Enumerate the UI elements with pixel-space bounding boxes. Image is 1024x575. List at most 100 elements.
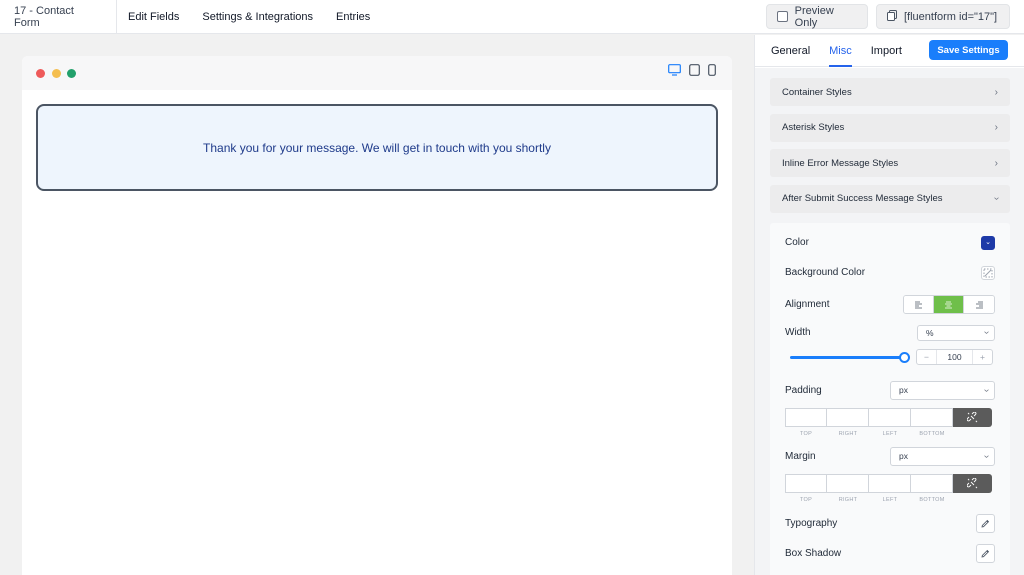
left-label: LEFT — [882, 496, 898, 503]
browser-frame: Thank you for your message. We will get … — [22, 56, 732, 575]
chevron-down-icon: › — [980, 454, 992, 458]
tab-misc[interactable]: Misc — [829, 35, 852, 67]
success-message-text: Thank you for your message. We will get … — [203, 140, 551, 155]
bottom-label: BOTTOM — [919, 430, 945, 437]
unlink-icon — [967, 477, 978, 488]
typography-row: Typography — [785, 513, 995, 533]
margin-row: Margin px › — [785, 446, 995, 466]
plus-icon[interactable]: + — [973, 350, 992, 364]
padding-row: Padding px › — [785, 380, 995, 400]
margin-label: Margin — [785, 450, 816, 462]
padding-top-input[interactable] — [785, 407, 827, 427]
color-picker[interactable]: ⌄ — [981, 235, 995, 250]
chevron-down-icon: ⌄ — [985, 239, 991, 246]
margin-right-input[interactable] — [827, 473, 869, 493]
alignment-label: Alignment — [785, 298, 830, 310]
bg-color-row: Background Color — [785, 265, 995, 280]
color-label: Color — [785, 237, 809, 248]
accordion-inline-error-styles[interactable]: Inline Error Message Styles › — [770, 149, 1010, 177]
minus-icon[interactable]: − — [917, 350, 936, 364]
unlink-icon — [967, 411, 978, 422]
margin-bottom-input[interactable] — [911, 473, 953, 493]
top-label: TOP — [799, 496, 813, 503]
padding-unit-value: px — [899, 385, 908, 395]
pencil-icon — [981, 549, 990, 558]
margin-inputs — [785, 473, 992, 493]
chevron-right-icon: › — [994, 157, 998, 169]
padding-left-input[interactable] — [869, 407, 911, 427]
right-label: RIGHT — [838, 430, 858, 437]
bottom-label: BOTTOM — [919, 496, 945, 503]
accordion-asterisk-styles[interactable]: Asterisk Styles › — [770, 113, 1010, 142]
copy-icon — [887, 9, 897, 24]
shortcode-text: [fluentform id="17"] — [904, 10, 998, 23]
align-center-button[interactable] — [934, 295, 964, 313]
accordion-container-styles[interactable]: Container Styles › — [770, 78, 1010, 106]
panel-body: Container Styles › Asterisk Styles › Inl… — [755, 68, 1024, 575]
top-label: TOP — [799, 430, 813, 437]
red-dot-icon — [36, 69, 45, 78]
nav-entries[interactable]: Entries — [324, 0, 381, 34]
tab-import[interactable]: Import — [871, 35, 902, 67]
align-right-button[interactable] — [964, 295, 994, 313]
form-preview-area: Thank you for your message. We will get … — [0, 35, 754, 575]
margin-unit-select[interactable]: px › — [890, 446, 995, 466]
preview-only-toggle[interactable]: Preview Only — [766, 4, 868, 29]
browser-toolbar — [22, 56, 732, 90]
tablet-icon[interactable] — [689, 64, 700, 76]
box-shadow-edit-button[interactable] — [976, 543, 995, 563]
left-label: LEFT — [882, 430, 898, 437]
nav-edit-fields[interactable]: Edit Fields — [117, 0, 190, 34]
align-center-icon — [945, 301, 952, 309]
mobile-icon[interactable] — [708, 64, 716, 76]
accordion-success-message-styles[interactable]: After Submit Success Message Styles › — [770, 184, 1010, 213]
align-left-icon — [915, 301, 922, 309]
margin-link-button[interactable] — [953, 473, 992, 493]
preview-label: Preview Only — [794, 4, 834, 29]
width-value[interactable]: 100 — [936, 349, 973, 364]
width-label: Width — [785, 327, 811, 338]
typography-edit-button[interactable] — [976, 513, 995, 533]
accordion-label: Asterisk Styles — [782, 122, 845, 133]
green-dot-icon — [67, 69, 76, 78]
top-bar: 17 - Contact Form Edit Fields Settings &… — [0, 0, 1024, 34]
padding-right-input[interactable] — [827, 407, 869, 427]
box-shadow-row: Box Shadow — [785, 543, 995, 563]
right-label: RIGHT — [838, 496, 858, 503]
accordion-label: Inline Error Message Styles — [782, 157, 899, 169]
padding-bottom-input[interactable] — [911, 407, 953, 427]
padding-inputs — [785, 407, 992, 427]
bg-color-picker[interactable] — [981, 265, 995, 280]
align-left-button[interactable] — [904, 295, 934, 313]
width-unit-value: % — [926, 327, 934, 338]
save-settings-button[interactable]: Save Settings — [929, 40, 1008, 60]
desktop-icon[interactable] — [668, 64, 681, 76]
width-unit-select[interactable]: % › — [917, 324, 995, 341]
padding-side-labels: TOP RIGHT LEFT BOTTOM — [785, 431, 953, 437]
padding-label: Padding — [785, 384, 822, 396]
pencil-icon — [981, 519, 990, 528]
chevron-right-icon: › — [994, 86, 998, 98]
padding-unit-select[interactable]: px › — [890, 380, 995, 400]
shortcode-copy-button[interactable]: [fluentform id="17"] — [876, 4, 1010, 29]
margin-left-input[interactable] — [869, 473, 911, 493]
form-title: 17 - Contact Form — [0, 0, 117, 34]
align-right-icon — [975, 301, 983, 309]
style-settings-panel: General Misc Import Save Settings Contai… — [754, 35, 1024, 575]
accordion-label: After Submit Success Message Styles — [782, 193, 943, 204]
nav-settings-integrations[interactable]: Settings & Integrations — [190, 0, 324, 34]
margin-top-input[interactable] — [785, 473, 827, 493]
color-row: Color ⌄ — [785, 235, 995, 250]
margin-side-labels: TOP RIGHT LEFT BOTTOM — [785, 497, 953, 503]
chevron-right-icon: › — [994, 122, 998, 133]
bg-color-label: Background Color — [785, 267, 866, 278]
width-slider-track[interactable] — [790, 355, 905, 359]
width-stepper[interactable]: − 100 + — [916, 348, 993, 365]
width-slider-handle[interactable] — [899, 351, 910, 363]
margin-unit-value: px — [899, 451, 908, 461]
preview-checkbox[interactable] — [777, 11, 788, 22]
chevron-down-icon: › — [980, 388, 992, 392]
tab-general[interactable]: General — [771, 35, 810, 67]
chevron-down-icon: › — [980, 330, 992, 335]
padding-link-button[interactable] — [953, 407, 992, 427]
